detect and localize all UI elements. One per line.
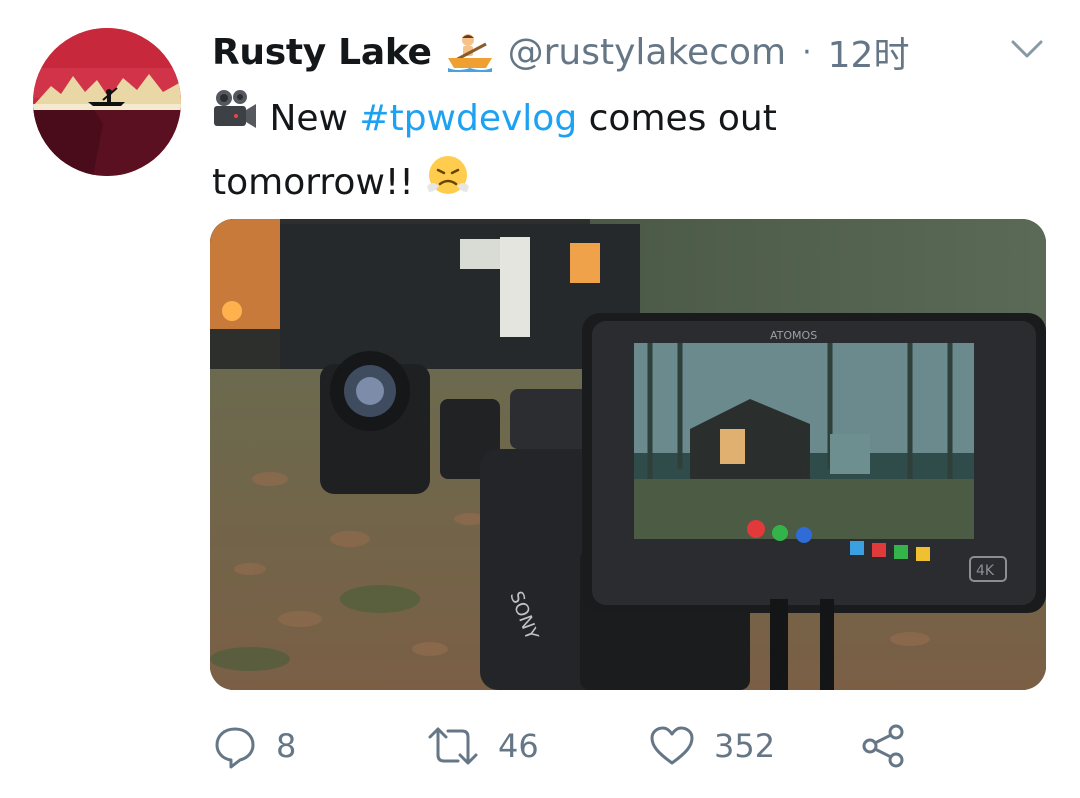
retweet-icon	[428, 727, 478, 765]
movie-camera-icon	[212, 88, 258, 152]
avatar[interactable]	[33, 28, 181, 176]
tweet-media-image[interactable]: SONY ATOMOS 4K	[210, 219, 1046, 690]
reply-button[interactable]: 8	[212, 720, 296, 772]
share-icon	[862, 724, 904, 768]
retweet-count: 46	[498, 727, 539, 765]
reply-count: 8	[276, 727, 297, 765]
hashtag-link[interactable]: #tpwdevlog	[359, 98, 577, 139]
monitor-brand-label: ATOMOS	[770, 329, 817, 342]
share-button[interactable]	[860, 720, 908, 772]
tweet-text: New #tpwdevlog comes out tomorrow!!	[212, 88, 952, 216]
chevron-down-icon[interactable]	[1005, 34, 1049, 64]
person-rowing-boat-icon	[446, 32, 494, 72]
timestamp[interactable]: 12时	[828, 26, 910, 78]
author-name[interactable]: Rusty Lake	[212, 32, 432, 73]
author-handle[interactable]: @rustylakecom	[508, 32, 786, 73]
face-with-steam-from-nose-icon	[425, 152, 471, 216]
monitor-badge-label: 4K	[976, 563, 995, 579]
heart-icon	[650, 726, 694, 765]
separator: ·	[802, 34, 812, 70]
tweet-header: Rusty Lake @rustylakecom · 12时	[212, 26, 909, 78]
like-count: 352	[714, 727, 776, 765]
reply-icon	[215, 727, 255, 769]
tweet-actions: 8 46 352	[212, 720, 952, 772]
like-button[interactable]: 352	[648, 720, 775, 772]
tweet-text-before: New	[269, 98, 360, 139]
retweet-button[interactable]: 46	[426, 720, 539, 772]
